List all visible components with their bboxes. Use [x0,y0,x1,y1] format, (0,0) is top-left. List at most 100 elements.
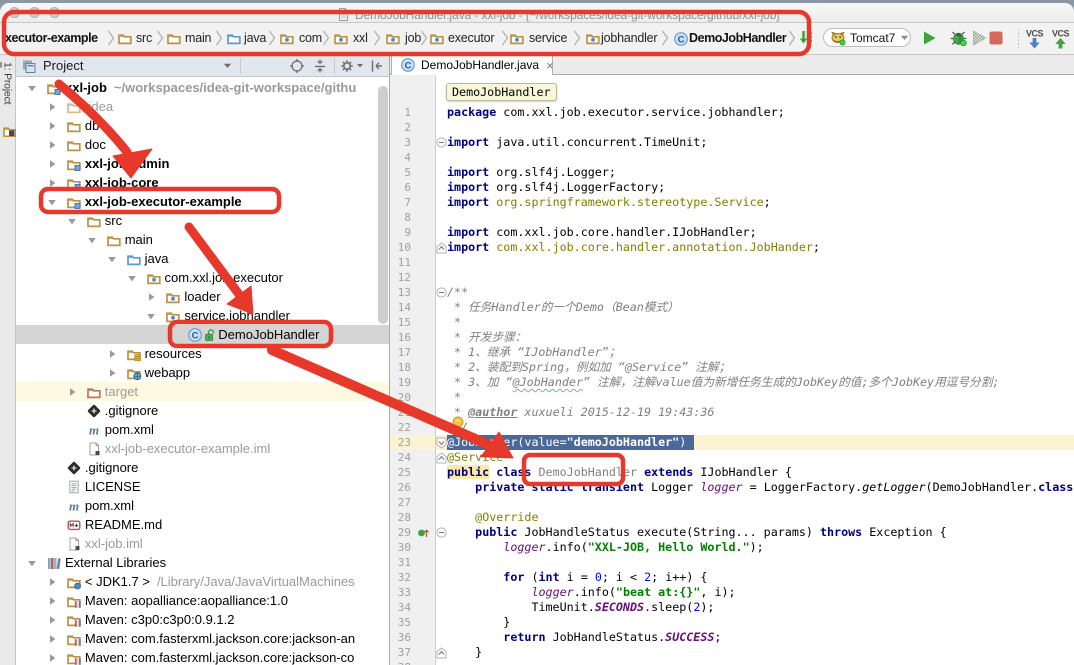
code-token: return [503,630,545,644]
tree-collapsed-arrow-icon[interactable] [47,577,57,587]
tree-collapsed-arrow-icon[interactable] [47,121,57,131]
tomcat-icon [830,30,846,46]
tree-item-pom.xml[interactable]: mpom.xml [16,420,390,439]
hide-panel-icon[interactable] [369,58,385,74]
folder-icon [86,213,102,229]
breadcrumb-separator-icon [373,29,381,47]
zoom-window-button[interactable] [49,7,60,18]
tree-collapsed-arrow-icon[interactable] [146,292,156,302]
tree-item-license[interactable]: LICENSE [16,477,390,496]
tree-collapsed-arrow-icon[interactable] [107,349,117,359]
tree-item-maven-com.fasterxml.jackson.core-jackson-co[interactable]: Maven: com.fasterxml.jackson.core:jackso… [16,648,390,665]
gear-icon[interactable] [339,58,364,74]
tree-item-com.xxl.job.executor[interactable]: com.xxl.job.executor [16,268,390,287]
code-line-17: * 1、继承 “IJobHandler”； [447,345,620,360]
svg-text:m: m [69,498,79,513]
breadcrumb-label: DemoJobHandler [689,31,786,45]
tree-scrollbar[interactable] [378,86,388,324]
tree-item-xxl-job-executor-example.iml[interactable]: xxl-job-executor-example.iml [16,439,390,458]
tree-item-label: External Libraries [65,555,166,570]
tree-collapsed-arrow-icon[interactable] [107,368,117,378]
tree-collapsed-arrow-icon[interactable] [47,596,57,606]
code-token: ; [813,240,820,254]
tree-item-java[interactable]: java [16,249,390,268]
code-token: com.xxl.job.core.handler.IJobHandler; [489,225,756,239]
tree-item-xxl-job-admin[interactable]: xxl-job-admin [16,154,390,173]
tree-collapsed-arrow-icon[interactable] [47,653,57,663]
tree-item-main[interactable]: main [16,230,390,249]
tree-expanded-arrow-icon[interactable] [27,558,37,568]
vcs-commit-button[interactable]: VCS [1051,28,1070,50]
tree-item-loader[interactable]: loader [16,287,390,306]
breadcrumbs: xecutor-examplesrcmainjavacomxxljobexecu… [0,23,1074,54]
collapse-all-icon[interactable] [312,58,328,74]
tree-collapsed-arrow-icon[interactable] [47,140,57,150]
tree-item-external-libraries[interactable]: External Libraries [16,553,390,572]
tree-expanded-arrow-icon[interactable] [47,197,57,207]
tree-item--jdk1.7-[interactable]: < JDK1.7 >/Library/Java/JavaVirtualMachi… [16,572,390,591]
tree-item-label: DemoJobHandler [218,327,319,342]
tree-item-label: .gitignore [105,403,158,418]
svg-text:m: m [89,422,99,437]
chevron-down-icon[interactable] [223,63,232,69]
tree-item-.idea[interactable]: .idea [16,97,390,116]
tree-item-maven-aopalliance-aopalliance-1.0[interactable]: Maven: aopalliance:aopalliance:1.0 [16,591,390,610]
tree-expanded-arrow-icon[interactable] [87,235,97,245]
tree-collapsed-arrow-icon[interactable] [47,159,57,169]
tree-item-src[interactable]: src [16,211,390,230]
tree-item-xxl-job[interactable]: xxl-job~/workspaces/idea-git-workspace/g… [16,78,390,97]
tree-expanded-arrow-icon[interactable] [146,311,156,321]
minimize-window-button[interactable] [29,7,40,18]
run-configuration-select[interactable]: Tomcat7 [823,28,911,47]
close-window-button[interactable] [9,7,20,18]
locate-file-icon[interactable] [289,58,305,74]
code-line-15: * [447,315,461,330]
code-token: = LoggerFactory. [743,480,863,494]
tree-item-pom.xml[interactable]: mpom.xml [16,496,390,515]
tree-item-label: xxl-job~/workspaces/idea-git-workspace/g… [65,80,356,95]
tree-expanded-arrow-icon[interactable] [127,273,137,283]
tree-expanded-arrow-icon[interactable] [107,254,117,264]
tree-item-webapp[interactable]: webapp [16,363,390,382]
close-tab-icon[interactable]: × [546,59,554,72]
tree-item-.gitignore[interactable]: .gitignore [16,458,390,477]
code-token: import [447,180,489,194]
code-editor[interactable]: 1234567891011121314151617181920212223242… [390,75,1074,665]
code-token: * 开发步骤： [447,330,527,344]
tree-item-maven-com.fasterxml.jackson.core-jackson-an[interactable]: Maven: com.fasterxml.jackson.core:jackso… [16,629,390,648]
code-token: import [447,165,489,179]
tree-item-xxl-job-core[interactable]: xxl-job-core [16,173,390,192]
tree-expanded-arrow-icon[interactable] [67,216,77,226]
tree-item-.gitignore[interactable]: .gitignore [16,401,390,420]
stop-button[interactable] [989,31,1003,45]
tree-item-demojobhandler[interactable]: C DemoJobHandler [16,325,390,344]
tree-expanded-arrow-icon[interactable] [27,83,37,93]
tree-item-maven-c3p0-c3p0-0.9.1.2[interactable]: Maven: c3p0:c3p0:0.9.1.2 [16,610,390,629]
tree-collapsed-arrow-icon[interactable] [47,178,57,188]
code-line-33: logger.info("beat at:{}", i); [447,585,736,600]
tree-collapsed-arrow-icon[interactable] [47,102,57,112]
tree-collapsed-arrow-icon[interactable] [47,634,57,644]
editor-tab[interactable]: C DemoJobHandler.java × [391,55,553,75]
tree-item-xxl-job.iml[interactable]: xxl-job.iml [16,534,390,553]
tree-item-target[interactable]: target [16,382,390,401]
tree-item-xxl-job-executor-example[interactable]: xxl-job-executor-example [16,192,390,211]
run-with-coverage-button[interactable] [972,30,987,46]
tree-item-label: < JDK1.7 >/Library/Java/JavaVirtualMachi… [85,574,355,589]
tree-item-resources[interactable]: resources [16,344,390,363]
tree-item-service.jobhandler[interactable]: service.jobhandler [16,306,390,325]
code-token: ( [524,570,538,584]
vcs-update-button[interactable]: VCS [1025,28,1044,50]
tree-item-readme.md[interactable]: README.md [16,515,390,534]
project-tool-window-tab[interactable]: 1: Project [0,62,15,104]
navigate-down-icon[interactable] [799,29,815,47]
svg-text:C: C [192,330,199,341]
tree-collapsed-arrow-icon[interactable] [47,615,57,625]
run-button[interactable] [922,30,937,46]
overrides-method-gutter-icon[interactable] [417,527,429,539]
intention-bulb-icon[interactable] [451,416,465,431]
tree-collapsed-arrow-icon[interactable] [67,387,77,397]
debug-button[interactable] [950,30,968,46]
tree-item-db[interactable]: db [16,116,390,135]
tree-item-doc[interactable]: doc [16,135,390,154]
